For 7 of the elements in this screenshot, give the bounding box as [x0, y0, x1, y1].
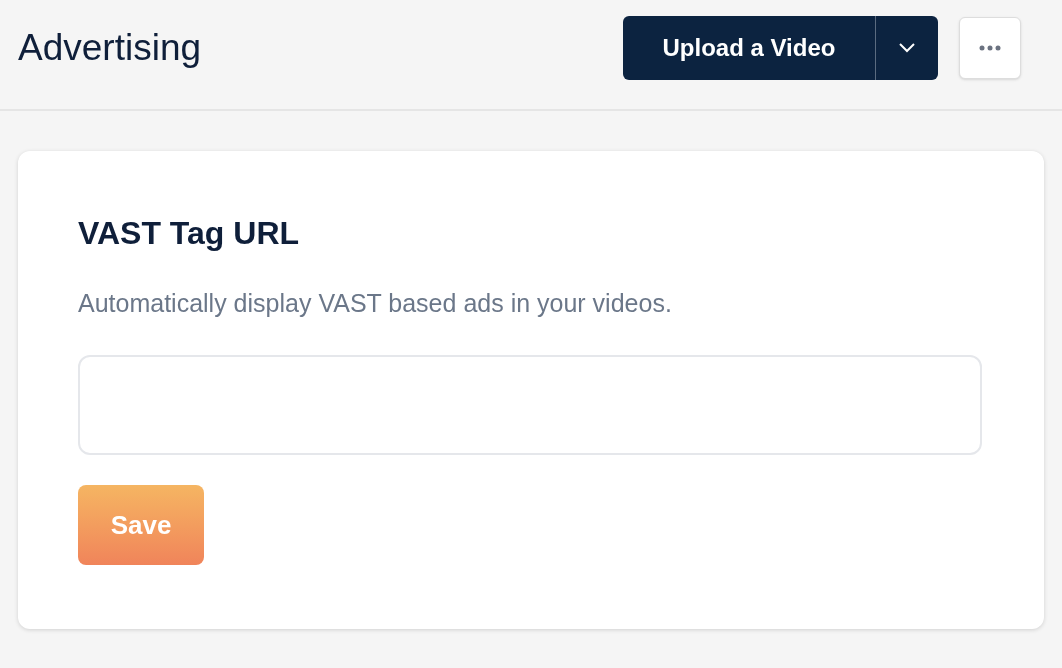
page-title: Advertising — [18, 26, 202, 70]
section-title: VAST Tag URL — [78, 214, 301, 253]
url-input-field[interactable] — [78, 355, 982, 455]
ellipsis-icon — [979, 45, 1001, 51]
section-description: Automatically display VAST based ads in your videos. — [78, 288, 673, 319]
more-options-button[interactable] — [959, 17, 1021, 79]
chevron-down-icon — [898, 43, 916, 53]
